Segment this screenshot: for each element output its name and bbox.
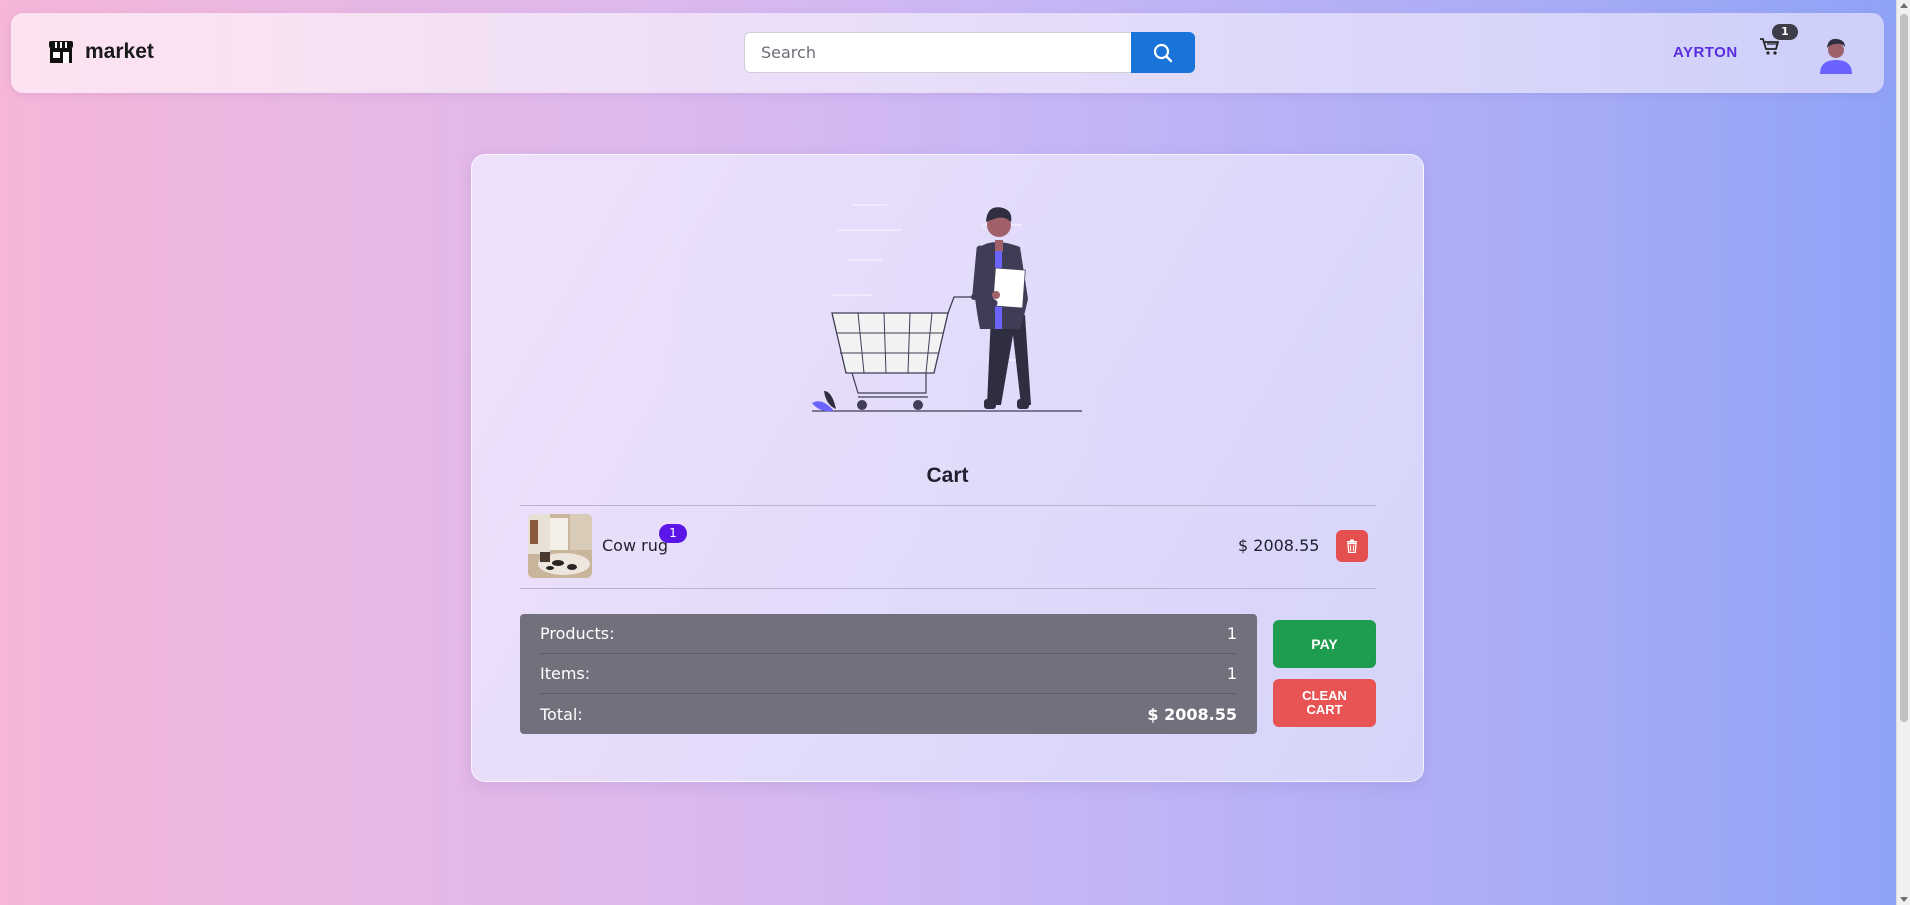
product-image — [528, 514, 592, 578]
scroll-down-arrow[interactable] — [1900, 897, 1908, 902]
avatar[interactable] — [1818, 34, 1854, 74]
cart-count-badge: 1 — [1772, 24, 1798, 40]
navbar: market AYRTON — [11, 13, 1884, 93]
shopping-cart-illustration — [812, 204, 1082, 412]
product-name[interactable]: Cow rug — [602, 536, 668, 555]
cart-item-row: Cow rug 1 $ 2008.55 — [520, 505, 1376, 589]
products-value: 1 — [1226, 624, 1237, 643]
items-label: Items: — [540, 664, 591, 683]
user-name-link[interactable]: AYRTON — [1673, 44, 1738, 61]
delete-item-button[interactable] — [1336, 530, 1368, 562]
cart-card: Cart Cow rug 1 $ 2008.55 Products: 1 Ite… — [471, 154, 1424, 782]
search-button[interactable] — [1131, 32, 1195, 73]
quantity-badge: 1 — [659, 524, 687, 543]
total-label: Total: — [540, 704, 583, 724]
summary-total-row: Total: $ 2008.55 — [540, 694, 1237, 734]
search-input[interactable] — [744, 32, 1131, 73]
trash-icon — [1347, 539, 1357, 553]
scrollbar-thumb[interactable] — [1900, 14, 1908, 722]
cart-title: Cart — [926, 464, 969, 487]
total-value: $ 2008.55 — [1147, 704, 1237, 724]
pay-button[interactable]: PAY — [1273, 620, 1376, 668]
store-icon — [49, 41, 73, 63]
order-summary: Products: 1 Items: 1 Total: $ 2008.55 — [520, 614, 1257, 734]
product-price: $ 2008.55 — [1238, 536, 1320, 555]
brand[interactable]: market — [47, 38, 154, 66]
brand-name: market — [85, 40, 154, 63]
product-thumbnail[interactable] — [528, 514, 592, 578]
search-icon — [1153, 43, 1173, 62]
scroll-up-arrow[interactable] — [1900, 3, 1908, 8]
summary-items-row: Items: 1 — [540, 654, 1237, 694]
items-value: 1 — [1226, 664, 1237, 683]
summary-products-row: Products: 1 — [540, 614, 1237, 654]
scrollbar[interactable] — [1896, 0, 1910, 905]
clean-cart-button[interactable]: CLEAN CART — [1273, 679, 1376, 727]
search-bar — [744, 32, 1195, 73]
products-label: Products: — [540, 624, 615, 643]
